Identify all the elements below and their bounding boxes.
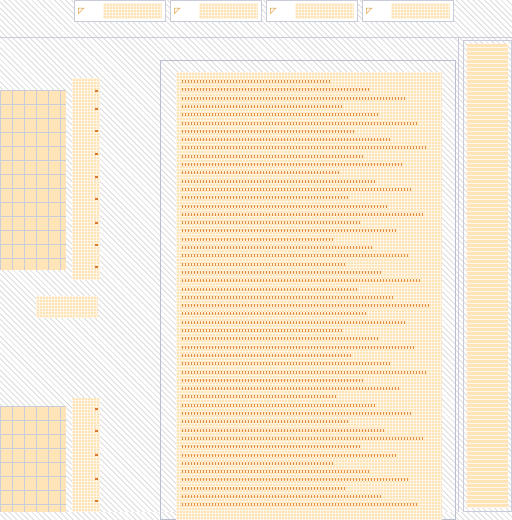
text-line-mark (182, 154, 365, 158)
left-caption-block (36, 296, 98, 318)
page-thumbnail-icon: ◸ (78, 4, 85, 17)
text-line-mark (182, 96, 406, 100)
right-divider (458, 38, 459, 512)
text-line-mark (182, 196, 350, 200)
text-line-mark (182, 304, 431, 308)
page-thumbnail-icon: ◸ (270, 4, 277, 17)
thumbnail-preview (199, 3, 258, 19)
text-line-mark (182, 445, 360, 449)
text-line-mark (182, 478, 408, 482)
right-side-panel[interactable] (463, 40, 512, 512)
text-line-mark (182, 113, 380, 117)
text-line-mark (182, 229, 398, 233)
page-thumbnail-icon: ◸ (366, 4, 373, 17)
text-line-mark (182, 370, 427, 374)
document-page[interactable] (176, 72, 442, 520)
left-column-strip-upper[interactable] (72, 78, 100, 280)
text-line-mark (182, 362, 390, 366)
left-column-strip-lower[interactable] (72, 398, 100, 512)
text-line-mark (182, 121, 417, 125)
text-line-mark (182, 420, 349, 424)
text-line-mark (182, 146, 428, 150)
thumbnail-tab-2[interactable]: ◸ (170, 0, 262, 22)
text-line-mark (182, 436, 423, 440)
text-line-mark (182, 412, 412, 415)
text-line-mark (182, 320, 405, 324)
text-line-mark (182, 387, 401, 391)
left-grid-upper (0, 90, 66, 270)
page-thumbnail-icon: ◸ (174, 4, 181, 17)
text-line-mark (182, 187, 413, 191)
text-line-mark (182, 503, 419, 507)
text-line-mark (182, 171, 339, 175)
text-line-mark (182, 453, 397, 457)
text-line-mark (182, 179, 376, 183)
text-line-mark (182, 345, 416, 349)
text-line-mark (182, 246, 372, 249)
text-line-mark (182, 88, 369, 92)
text-line-mark (182, 262, 346, 266)
text-line-mark (182, 486, 345, 490)
text-line-mark (182, 104, 343, 108)
text-line-mark (182, 163, 402, 166)
text-line-mark (182, 254, 409, 258)
text-line-mark (182, 80, 332, 83)
text-line-mark (182, 279, 420, 283)
thumbnail-preview (103, 3, 162, 19)
text-line-mark (182, 353, 353, 357)
text-line-mark (182, 428, 386, 432)
text-line-mark (182, 287, 357, 291)
thumbnail-tab-4[interactable]: ◸ (362, 0, 454, 22)
text-line-mark (182, 138, 391, 142)
text-line-mark (182, 329, 342, 332)
text-line-mark (182, 337, 379, 341)
thumbnail-preview (295, 3, 354, 19)
text-line-mark (182, 312, 368, 316)
left-grid-lower (0, 406, 66, 512)
toolbar-divider (0, 37, 512, 38)
text-line-mark (182, 395, 338, 399)
thumbnail-preview (391, 3, 450, 19)
text-line-mark (182, 495, 382, 498)
text-line-mark (182, 378, 364, 382)
text-line-mark (182, 270, 383, 274)
text-line-mark (182, 204, 387, 208)
text-line-mark (182, 461, 334, 465)
text-line-mark (182, 470, 371, 474)
text-line-mark (182, 212, 424, 216)
thumbnail-tab-3[interactable]: ◸ (266, 0, 358, 22)
text-line-mark (182, 221, 361, 225)
right-panel-rows (467, 44, 508, 508)
text-line-mark (182, 295, 394, 299)
text-line-mark (182, 403, 375, 407)
text-line-mark (182, 237, 335, 241)
thumbnail-tab-1[interactable]: ◸ (74, 0, 166, 22)
text-line-mark (182, 129, 354, 133)
